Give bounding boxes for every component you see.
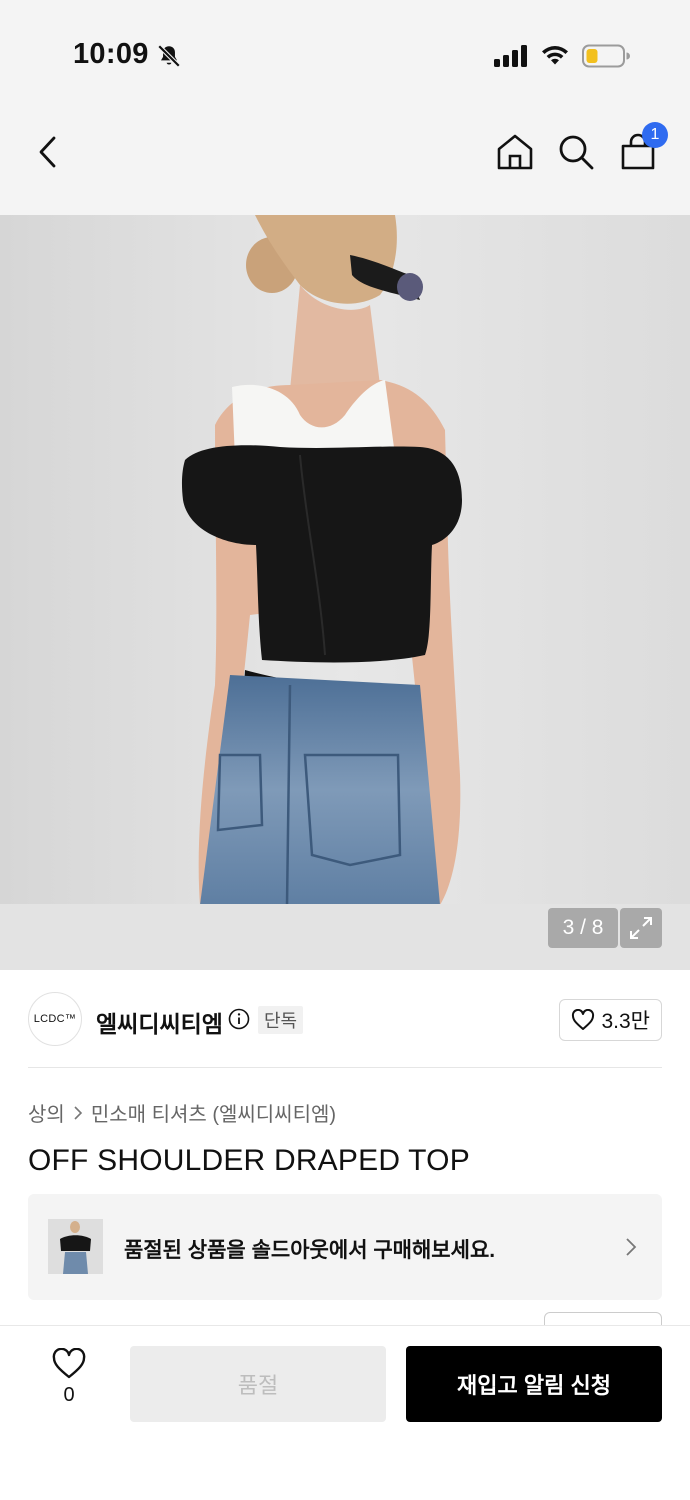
search-icon bbox=[559, 135, 594, 170]
cellular-signal-icon bbox=[494, 45, 527, 67]
bottom-action-bar: 0 품절 재입고 알림 신청 bbox=[0, 1325, 690, 1500]
heart-icon bbox=[52, 1348, 86, 1379]
info-icon[interactable] bbox=[228, 1008, 250, 1030]
product-image-gallery[interactable]: 3 / 8 bbox=[0, 215, 690, 970]
search-button[interactable] bbox=[554, 130, 598, 174]
chevron-left-icon bbox=[39, 136, 56, 168]
brand-like-count: 3.3만 bbox=[601, 1010, 650, 1033]
brand-like-button[interactable]: 3.3만 bbox=[559, 999, 662, 1041]
image-counter: 3 / 8 bbox=[548, 908, 618, 948]
restock-alert-button[interactable]: 재입고 알림 신청 bbox=[406, 1346, 662, 1422]
cart-button[interactable]: 1 bbox=[616, 122, 668, 174]
product-photo bbox=[0, 215, 690, 905]
home-icon bbox=[497, 134, 533, 170]
chevron-right-icon bbox=[74, 1105, 82, 1120]
battery-low-icon bbox=[582, 44, 630, 68]
bell-slash-icon bbox=[157, 44, 181, 68]
back-button[interactable] bbox=[26, 130, 70, 174]
brand-name[interactable]: 엘씨디씨티엠 bbox=[96, 1005, 223, 1039]
soldout-banner-text: 품절된 상품을 솔드아웃에서 구매해보세요. bbox=[124, 1239, 496, 1262]
top-nav: 1 bbox=[0, 100, 690, 215]
expand-icon bbox=[630, 917, 652, 939]
chevron-right-icon bbox=[626, 1238, 637, 1256]
divider bbox=[28, 1067, 662, 1068]
wifi-icon bbox=[542, 46, 568, 65]
soldout-button: 품절 bbox=[130, 1346, 386, 1422]
brand-row: LCDC™ 엘씨디씨티엠 단독 3.3만 bbox=[0, 970, 690, 1068]
expand-button[interactable] bbox=[620, 908, 662, 948]
exclusive-badge: 단독 bbox=[258, 1006, 304, 1034]
heart-icon bbox=[572, 1009, 595, 1030]
wish-count: 0 bbox=[63, 1384, 75, 1406]
wish-button[interactable]: 0 bbox=[44, 1348, 94, 1418]
banner-thumbnail bbox=[48, 1219, 103, 1274]
breadcrumb: 상의 민소매 티셔츠 (엘씨디씨티엠) bbox=[28, 1098, 336, 1127]
breadcrumb-item-top[interactable]: 상의 bbox=[28, 1098, 65, 1127]
cart-badge: 1 bbox=[642, 122, 668, 148]
product-title: OFF SHOULDER DRAPED TOP bbox=[28, 1144, 470, 1177]
home-button[interactable] bbox=[493, 130, 537, 174]
brand-logo[interactable]: LCDC™ bbox=[28, 992, 82, 1046]
soldout-banner[interactable]: 품절된 상품을 솔드아웃에서 구매해보세요. bbox=[28, 1194, 662, 1300]
breadcrumb-item-category[interactable]: 민소매 티셔츠 (엘씨디씨티엠) bbox=[91, 1098, 336, 1127]
status-bar: 10:09 bbox=[0, 0, 690, 100]
status-time: 10:09 bbox=[73, 38, 149, 70]
